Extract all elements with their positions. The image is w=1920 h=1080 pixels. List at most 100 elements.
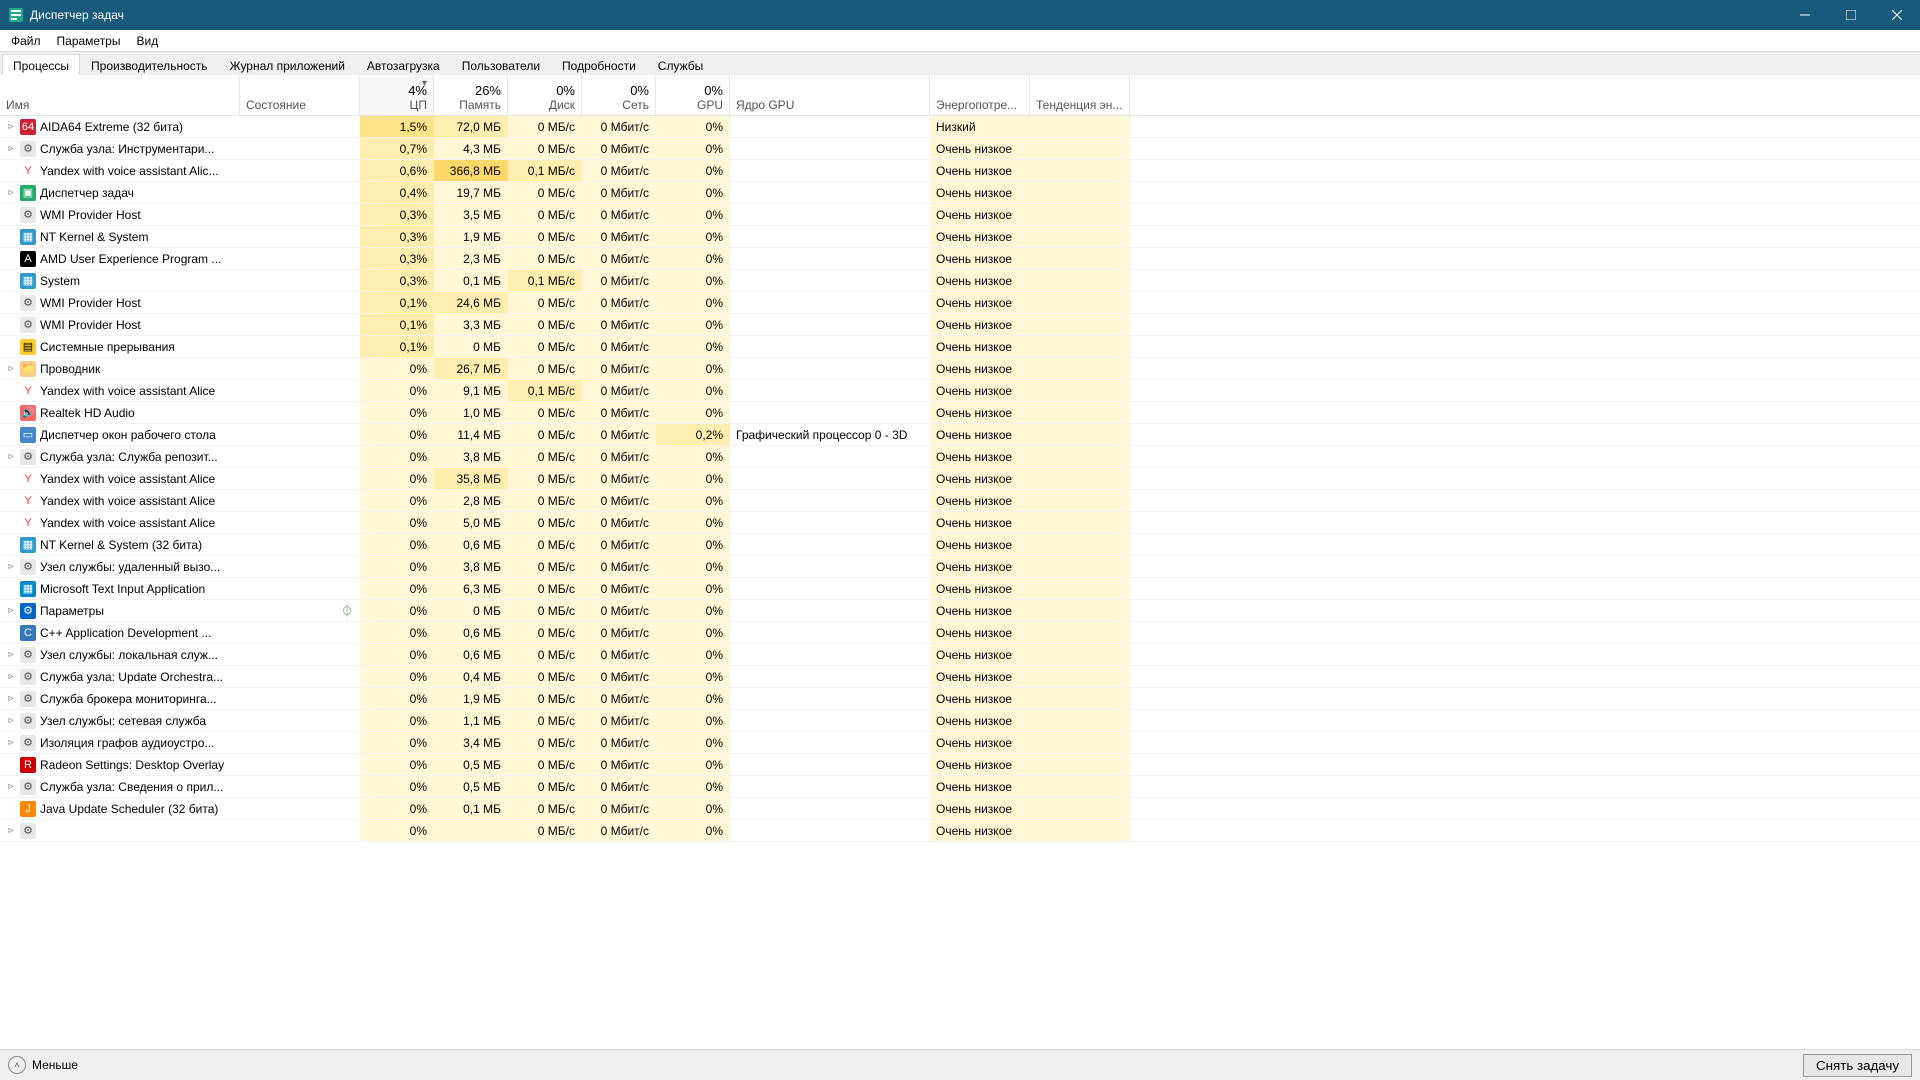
table-row[interactable]: ⚙WMI Provider Host0,1%3,3 МБ0 МБ/с0 Мбит… <box>0 314 1920 336</box>
col-gpu[interactable]: 0%GPU <box>656 75 730 115</box>
expand-icon[interactable]: ▹ <box>6 143 16 154</box>
tab-details[interactable]: Подробности <box>551 54 647 77</box>
fewer-details-button[interactable]: ˄ Меньше <box>8 1056 78 1074</box>
gpu-cell: 0% <box>656 820 730 841</box>
table-row[interactable]: ▹⚙Параметры⏀0%0 МБ0 МБ/с0 Мбит/с0%Очень … <box>0 600 1920 622</box>
table-row[interactable]: ▤Системные прерывания0,1%0 МБ0 МБ/с0 Мби… <box>0 336 1920 358</box>
expand-icon[interactable]: ▹ <box>6 693 16 704</box>
tab-users[interactable]: Пользователи <box>451 54 551 77</box>
tab-services[interactable]: Службы <box>647 54 714 77</box>
process-icon: Y <box>20 471 36 487</box>
table-row[interactable]: YYandex with voice assistant Alic...0,6%… <box>0 160 1920 182</box>
table-row[interactable]: YYandex with voice assistant Alice0%5,0 … <box>0 512 1920 534</box>
table-row[interactable]: YYandex with voice assistant Alice0%9,1 … <box>0 380 1920 402</box>
col-name[interactable]: Имя <box>0 75 240 115</box>
col-memory[interactable]: 26%Память <box>434 75 508 115</box>
table-row[interactable]: ▹⚙Узел службы: удаленный вызо...0%3,8 МБ… <box>0 556 1920 578</box>
process-name-cell: ▦System <box>0 270 240 291</box>
table-row[interactable]: ▹⚙Служба брокера мониторинга...0%1,9 МБ0… <box>0 688 1920 710</box>
table-row[interactable]: ▹⚙Изоляция графов аудиоустро...0%3,4 МБ0… <box>0 732 1920 754</box>
table-row[interactable]: ▹⚙Узел службы: локальная служ...0%0,6 МБ… <box>0 644 1920 666</box>
expand-icon[interactable]: ▹ <box>6 605 16 616</box>
col-network[interactable]: 0%Сеть <box>582 75 656 115</box>
power-cell: Очень низкое <box>930 512 1030 533</box>
table-row[interactable]: ▹▣Диспетчер задач0,4%19,7 МБ0 МБ/с0 Мбит… <box>0 182 1920 204</box>
table-row[interactable]: ▹64AIDA64 Extreme (32 бита)1,5%72,0 МБ0 … <box>0 116 1920 138</box>
table-row[interactable]: ▦System0,3%0,1 МБ0,1 МБ/с0 Мбит/с0%Очень… <box>0 270 1920 292</box>
tab-app-history[interactable]: Журнал приложений <box>219 54 356 77</box>
gpu-engine-cell <box>730 160 930 181</box>
close-button[interactable] <box>1874 0 1920 30</box>
status-cell <box>240 204 360 225</box>
expand-icon[interactable]: ▹ <box>6 561 16 572</box>
tab-processes[interactable]: Процессы <box>2 54 80 77</box>
status-cell <box>240 512 360 533</box>
chevron-up-icon: ˄ <box>8 1056 26 1074</box>
table-row[interactable]: CC++ Application Development ...0%0,6 МБ… <box>0 622 1920 644</box>
table-row[interactable]: ▭Диспетчер окон рабочего стола0%11,4 МБ0… <box>0 424 1920 446</box>
table-row[interactable]: ▹📁Проводник0%26,7 МБ0 МБ/с0 Мбит/с0%Очен… <box>0 358 1920 380</box>
power-cell: Очень низкое <box>930 688 1030 709</box>
power-trend-cell <box>1030 204 1130 225</box>
table-row[interactable]: JJava Update Scheduler (32 бита)0%0,1 МБ… <box>0 798 1920 820</box>
minimize-button[interactable] <box>1782 0 1828 30</box>
table-row[interactable]: RRadeon Settings: Desktop Overlay0%0,5 М… <box>0 754 1920 776</box>
table-row[interactable]: YYandex with voice assistant Alice0%2,8 … <box>0 490 1920 512</box>
expand-icon[interactable]: ▹ <box>6 649 16 660</box>
expand-icon[interactable]: ▹ <box>6 451 16 462</box>
status-cell <box>240 798 360 819</box>
table-row[interactable]: YYandex with voice assistant Alice0%35,8… <box>0 468 1920 490</box>
sort-indicator-icon: ▾ <box>422 78 427 89</box>
col-power-trend[interactable]: Тенденция эн... <box>1030 75 1130 115</box>
memory-cell: 2,3 МБ <box>434 248 508 269</box>
expand-icon[interactable]: ▹ <box>6 121 16 132</box>
power-cell: Очень низкое <box>930 204 1030 225</box>
table-row[interactable]: ⚙WMI Provider Host0,1%24,6 МБ0 МБ/с0 Мби… <box>0 292 1920 314</box>
expand-icon[interactable]: ▹ <box>6 825 16 836</box>
process-name: NT Kernel & System (32 бита) <box>40 538 202 552</box>
disk-cell: 0 МБ/с <box>508 820 582 841</box>
expand-icon[interactable]: ▹ <box>6 363 16 374</box>
col-power[interactable]: Энергопотре... <box>930 75 1030 115</box>
table-row[interactable]: ▹⚙Служба узла: Update Orchestra...0%0,4 … <box>0 666 1920 688</box>
menu-file[interactable]: Файл <box>4 32 48 50</box>
gpu-engine-cell <box>730 688 930 709</box>
col-status[interactable]: Состояние <box>240 75 360 115</box>
maximize-button[interactable] <box>1828 0 1874 30</box>
table-row[interactable]: ⚙WMI Provider Host0,3%3,5 МБ0 МБ/с0 Мбит… <box>0 204 1920 226</box>
expand-icon[interactable]: ▹ <box>6 715 16 726</box>
gpu-engine-cell <box>730 182 930 203</box>
cpu-cell: 0% <box>360 688 434 709</box>
expand-icon[interactable]: ▹ <box>6 737 16 748</box>
cpu-cell: 0% <box>360 754 434 775</box>
tab-performance[interactable]: Производительность <box>80 54 218 77</box>
power-cell: Очень низкое <box>930 820 1030 841</box>
process-name: C++ Application Development ... <box>40 626 211 640</box>
table-row[interactable]: 🔊Realtek HD Audio0%1,0 МБ0 МБ/с0 Мбит/с0… <box>0 402 1920 424</box>
menu-view[interactable]: Вид <box>129 32 165 50</box>
disk-cell: 0 МБ/с <box>508 534 582 555</box>
gpu-cell: 0% <box>656 600 730 621</box>
table-row[interactable]: ▹⚙Служба узла: Служба репозит...0%3,8 МБ… <box>0 446 1920 468</box>
table-row[interactable]: ▦NT Kernel & System (32 бита)0%0,6 МБ0 М… <box>0 534 1920 556</box>
process-name-cell: ▹64AIDA64 Extreme (32 бита) <box>0 116 240 137</box>
col-gpu-engine[interactable]: Ядро GPU <box>730 75 930 115</box>
col-disk[interactable]: 0%Диск <box>508 75 582 115</box>
process-icon: ▦ <box>20 537 36 553</box>
table-row[interactable]: AAMD User Experience Program ...0,3%2,3 … <box>0 248 1920 270</box>
expand-icon[interactable]: ▹ <box>6 781 16 792</box>
disk-cell: 0 МБ/с <box>508 798 582 819</box>
col-cpu[interactable]: ▾ 4%ЦП <box>360 75 434 115</box>
table-row[interactable]: ▹⚙Служба узла: Сведения о прил...0%0,5 М… <box>0 776 1920 798</box>
tab-startup[interactable]: Автозагрузка <box>356 54 451 77</box>
table-row[interactable]: ▹⚙Служба узла: Инструментари...0,7%4,3 М… <box>0 138 1920 160</box>
table-row[interactable]: ▹⚙0%0 МБ/с0 Мбит/с0%Очень низкое <box>0 820 1920 842</box>
end-task-button[interactable]: Снять задачу <box>1803 1054 1912 1077</box>
table-row[interactable]: ▹⚙Узел службы: сетевая служба0%1,1 МБ0 М… <box>0 710 1920 732</box>
expand-icon[interactable]: ▹ <box>6 187 16 198</box>
table-row[interactable]: ▦Microsoft Text Input Application0%6,3 М… <box>0 578 1920 600</box>
process-rows[interactable]: ▹64AIDA64 Extreme (32 бита)1,5%72,0 МБ0 … <box>0 116 1920 1050</box>
expand-icon[interactable]: ▹ <box>6 671 16 682</box>
table-row[interactable]: ▦NT Kernel & System0,3%1,9 МБ0 МБ/с0 Мби… <box>0 226 1920 248</box>
menu-options[interactable]: Параметры <box>50 32 128 50</box>
